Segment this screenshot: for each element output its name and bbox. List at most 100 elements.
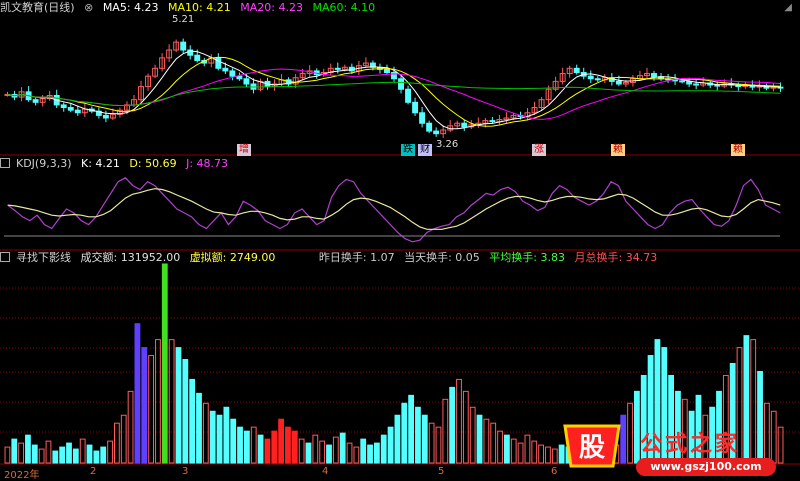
x-axis-label: 2 (90, 466, 97, 477)
volume-bar (100, 446, 107, 464)
volume-bar (510, 438, 517, 464)
volume-bar (380, 434, 387, 464)
settings-icon[interactable]: ⊗ (84, 1, 93, 14)
volume-bar (394, 414, 401, 464)
ma5-label: MA5: 4.23 (102, 1, 159, 14)
volume-bar (278, 418, 285, 464)
volume-bar (538, 444, 544, 464)
candle-down (419, 112, 426, 124)
volume-bar (517, 442, 524, 464)
volume-bar (134, 323, 141, 464)
watermark-url: www.gszj100.com (636, 458, 776, 476)
candle-down (32, 99, 39, 103)
volume-bar (107, 440, 113, 464)
kdj-title[interactable]: KDJ(9,3,3) (16, 157, 72, 170)
volume-bar (428, 422, 435, 464)
volume-bar (408, 394, 415, 464)
volume-bar (25, 434, 31, 464)
ma5-line (7, 50, 781, 130)
volume-bar (264, 438, 271, 464)
candle-down (180, 41, 187, 51)
volume-bar (230, 418, 237, 464)
volume-bar (764, 402, 770, 464)
volume-bar (79, 438, 86, 464)
volume-bar (346, 442, 353, 464)
signal-badge: 财 (418, 144, 432, 156)
volume-bar (38, 448, 45, 464)
volume-bar (312, 434, 319, 464)
x-axis-label: 4 (322, 466, 329, 477)
candle-down (714, 84, 721, 87)
signal-badge: 涨 (532, 144, 546, 156)
volume-bar (196, 392, 202, 464)
candle-down (651, 73, 657, 78)
candle-down (489, 120, 496, 123)
volume-bar (490, 422, 497, 464)
x-axis-label: 3 (182, 466, 189, 477)
volume-bar (415, 406, 421, 464)
k-label: K: 4.21 (81, 157, 120, 170)
candle-down (412, 101, 419, 114)
turnover-label: 成交额: 131952.00 (80, 251, 181, 264)
volume-bar (4, 446, 11, 464)
volume-bar (250, 426, 257, 464)
volume-bar (223, 406, 230, 464)
volume-bar (66, 442, 72, 464)
volume-bar (202, 402, 209, 464)
candle-down (102, 114, 109, 119)
volume-bar (148, 355, 154, 464)
volume-bar (182, 359, 189, 464)
panel2-header: KDJ(9,3,3) K: 4.21 D: 50.69 J: 48.73 (0, 157, 234, 171)
panel3-header: 寻找下影线 成交额: 131952.00 虚拟额: 2749.00 昨日换手: … (0, 251, 663, 265)
ma10-label: MA10: 4.21 (168, 1, 231, 14)
ma20-label: MA20: 4.23 (240, 1, 303, 14)
volume-bar (209, 410, 216, 464)
candle-down (594, 78, 601, 81)
volume-bar (483, 418, 490, 464)
candle-down (398, 78, 404, 90)
volume-bar (339, 432, 346, 464)
panel1-title[interactable]: 凯文教育(日线) (0, 1, 75, 14)
volume-bar (93, 450, 100, 464)
x-axis-label: 2022年 (4, 470, 40, 481)
volume-bar (360, 438, 367, 464)
volume-bar (86, 444, 93, 464)
volume-bar (114, 422, 120, 464)
volume-bar (476, 414, 483, 464)
candle-down (215, 57, 222, 69)
volume-bar (31, 444, 38, 464)
volume-bar (743, 335, 750, 464)
candle-down (587, 75, 594, 80)
signal-badge: 赖 (731, 144, 745, 156)
high-price-label: 5.21 (172, 14, 195, 25)
virtual-label: 虚拟额: 2749.00 (189, 251, 276, 264)
signal-badge: 跌 (401, 144, 415, 156)
volume-bar (285, 426, 291, 464)
d-label: D: 50.69 (129, 157, 177, 170)
watermark-brand: 公式之家 (640, 432, 741, 457)
panel-toggle-icon[interactable] (0, 158, 10, 168)
volume-bar (189, 378, 196, 464)
candle-down (426, 122, 433, 132)
candle-down (236, 75, 243, 80)
indicator-title[interactable]: 寻找下影线 (16, 251, 71, 264)
candle-down (243, 78, 250, 85)
signal-badge: 赖 (611, 144, 625, 156)
volume-bar (401, 402, 408, 464)
volume-bar (168, 339, 175, 464)
panel-toggle-icon[interactable] (0, 252, 10, 262)
candle-down (74, 109, 81, 114)
volume-bar (141, 347, 148, 464)
volume-bar (627, 402, 633, 464)
volume-bar (387, 426, 394, 464)
watermark-logo: 股 (557, 420, 627, 472)
volume-bar (161, 263, 168, 464)
collapse-icon[interactable]: ◢ (784, 2, 792, 13)
x-axis-label: 5 (438, 466, 445, 477)
today-turnover-label: 当天换手: 0.05 (404, 251, 480, 264)
volume-bar (497, 430, 503, 464)
volume-bar (257, 434, 264, 464)
volume-bar (59, 446, 66, 464)
volume-bar (155, 339, 161, 464)
volume-bar (435, 426, 442, 464)
